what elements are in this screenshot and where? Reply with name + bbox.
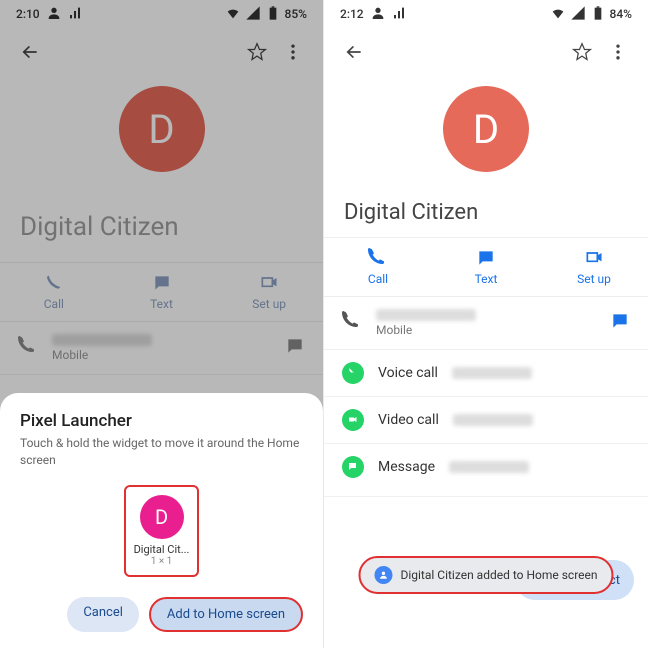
sheet-title: Pixel Launcher — [20, 411, 303, 431]
back-icon[interactable] — [336, 34, 372, 70]
whatsapp-icon — [342, 456, 364, 478]
toast: Digital Citizen added to Home screen — [358, 556, 613, 594]
whatsapp-icon — [342, 409, 364, 431]
redacted — [452, 367, 532, 379]
person-icon — [374, 566, 392, 584]
phone-row[interactable]: Mobile — [324, 297, 648, 350]
add-button[interactable]: Add to Home screen — [149, 597, 303, 632]
text-action[interactable]: Text — [432, 248, 540, 286]
video-call-row[interactable]: Video call — [324, 397, 648, 444]
action-row: Call Text Set up — [324, 237, 648, 297]
voice-call-row[interactable]: Voice call — [324, 350, 648, 397]
phone-label: Mobile — [376, 323, 476, 337]
widget-sheet: Pixel Launcher Touch & hold the widget t… — [0, 393, 323, 648]
message-row[interactable]: Message — [324, 444, 648, 490]
signal-icon — [570, 5, 586, 24]
call-action[interactable]: Call — [324, 248, 432, 286]
avatar: D — [443, 86, 529, 172]
status-bar: 2:12 84% — [324, 0, 648, 28]
setup-action[interactable]: Set up — [540, 248, 648, 286]
redacted — [449, 461, 529, 473]
more-icon[interactable] — [600, 34, 636, 70]
clock: 2:12 — [340, 7, 364, 21]
signal-icon — [392, 5, 408, 24]
battery-icon — [590, 5, 606, 24]
user-icon — [370, 5, 386, 24]
contact-name: Digital Citizen — [324, 172, 648, 237]
star-icon[interactable] — [564, 34, 600, 70]
cancel-button[interactable]: Cancel — [67, 597, 139, 632]
sheet-desc: Touch & hold the widget to move it aroun… — [20, 435, 303, 469]
wifi-icon — [550, 5, 566, 24]
message-icon[interactable] — [610, 311, 630, 335]
phone-number — [376, 309, 476, 321]
whatsapp-icon — [342, 362, 364, 384]
battery-pct: 84% — [610, 7, 632, 21]
widget-preview[interactable]: D Digital Cit... 1 × 1 — [124, 485, 200, 577]
phone-icon — [342, 311, 362, 335]
redacted — [453, 414, 533, 426]
